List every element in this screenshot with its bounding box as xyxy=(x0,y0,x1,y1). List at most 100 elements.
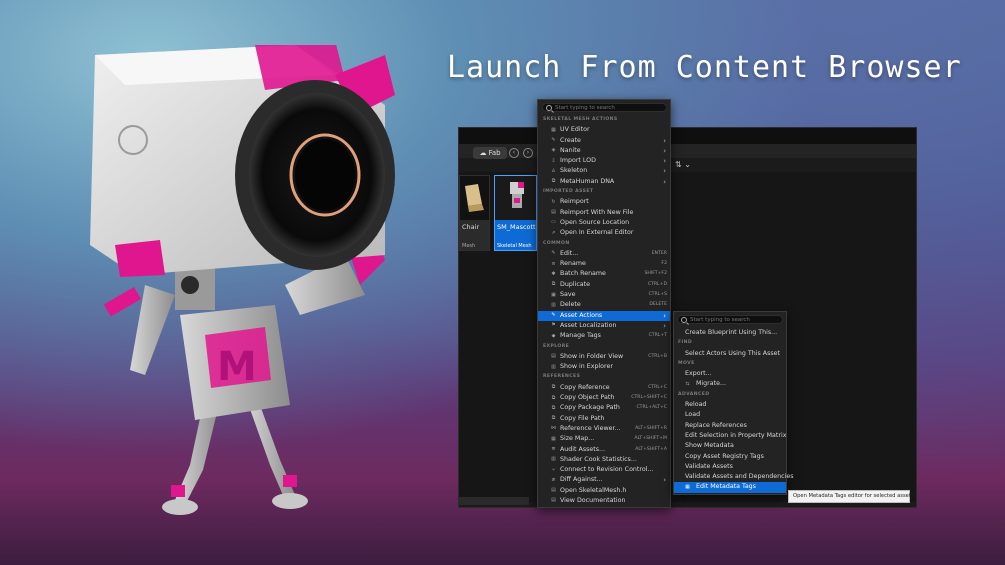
menu-item-validate-dependencies[interactable]: Validate Assets and Dependencies xyxy=(674,472,794,482)
rename-icon: ≡ xyxy=(551,260,556,267)
menu-item-create[interactable]: ✎ Create › xyxy=(538,136,670,146)
tag-icon: ◆ xyxy=(551,332,556,339)
menu-item-size-map[interactable]: ▦ Size Map... ALT+SHIFT+M xyxy=(538,434,670,444)
menu-item-label: Show Metadata xyxy=(685,442,734,450)
menu-item-edit[interactable]: ✎ Edit... ENTER xyxy=(538,249,670,259)
menu-item-label: Create Blueprint Using This... xyxy=(685,329,778,336)
chevron-right-icon: › xyxy=(663,476,666,485)
menu-item-save[interactable]: ▣ Save CTRL+S xyxy=(538,290,670,300)
history-forward-icon[interactable]: › xyxy=(523,148,533,158)
menu-item-show-metadata[interactable]: Show Metadata xyxy=(674,441,786,451)
menu-item-label: Shader Cook Statistics... xyxy=(560,455,637,463)
menu-item-open-source-location[interactable]: ▭ Open Source Location xyxy=(538,218,670,228)
dna-icon: ⧉ xyxy=(551,178,556,185)
menu-item-copy-package-path[interactable]: ⧉ Copy Package Path CTRL+ALT+C xyxy=(538,403,670,413)
menu-item-reference-viewer[interactable]: ⋈ Reference Viewer... ALT+SHIFT+R xyxy=(538,424,670,434)
section-imported-asset: IMPORTED ASSET xyxy=(543,189,594,195)
menu-item-audit-assets[interactable]: ≣ Audit Assets... ALT+SHIFT+A xyxy=(538,445,670,455)
menu-item-edit-metadata-tags[interactable]: ▦ Edit Metadata Tags xyxy=(674,482,786,493)
menu-item-batch-rename[interactable]: ✱ Batch Rename SHIFT+F2 xyxy=(538,269,670,279)
history-back-icon[interactable]: ‹ xyxy=(509,148,519,158)
menu-item-label: Load xyxy=(685,411,701,419)
shortcut-label: CTRL+D xyxy=(647,281,667,287)
external-editor-icon: ⇗ xyxy=(551,229,556,236)
menu-item-load[interactable]: Load xyxy=(674,410,786,420)
skeleton-icon: ♙ xyxy=(551,167,556,174)
menu-item-show-in-explorer[interactable]: ▥ Show in Explorer xyxy=(538,362,670,372)
menu-item-diff-against[interactable]: ≢ Diff Against... › xyxy=(538,475,670,485)
asset-tile-chair[interactable]: Chair Mesh xyxy=(459,175,490,251)
menu-item-replace-references[interactable]: Replace References xyxy=(674,421,786,431)
search-icon xyxy=(546,104,552,111)
menu-search-box[interactable] xyxy=(542,103,667,112)
menu-item-label: Open Source Location xyxy=(560,218,630,226)
menu-item-label: Audit Assets... xyxy=(560,445,606,453)
menu-item-label: Select Actors Using This Asset xyxy=(685,349,780,357)
menu-item-connect-revision-control[interactable]: ⑂ Connect to Revision Control... xyxy=(538,465,670,475)
asset-thumbnail xyxy=(460,176,489,220)
asset-tile-sm-mascott[interactable]: SM_Mascott Skeletal Mesh xyxy=(494,175,537,251)
menu-item-label: Reference Viewer... xyxy=(560,424,621,432)
batch-rename-icon: ✱ xyxy=(551,270,556,277)
copy-icon: ⧉ xyxy=(551,404,556,411)
shortcut-label: ALT+SHIFT+R xyxy=(635,425,667,431)
wrench-icon: ✎ xyxy=(551,312,556,319)
menu-item-asset-actions[interactable]: ✎ Asset Actions › xyxy=(538,310,670,321)
menu-item-label: Create xyxy=(560,136,581,144)
menu-item-delete[interactable]: ▥ Delete DELETE xyxy=(538,300,670,310)
menu-item-rename[interactable]: ≡ Rename F2 xyxy=(538,259,670,269)
menu-item-skeleton[interactable]: ♙ Skeleton › xyxy=(538,166,670,176)
fab-button[interactable]: ☁ Fab xyxy=(473,147,507,159)
menu-item-label: Copy Object Path xyxy=(560,394,615,402)
section-find: FIND xyxy=(678,340,693,346)
sort-icon[interactable]: ⇅ ⌄ xyxy=(675,160,691,169)
menu-item-reimport[interactable]: ↻ Reimport xyxy=(538,197,670,207)
status-bar xyxy=(459,497,529,505)
menu-item-copy-object-path[interactable]: ⧉ Copy Object Path CTRL+SHIFT+C xyxy=(538,393,670,403)
menu-item-label: Batch Rename xyxy=(560,270,606,278)
menu-item-reimport-new-file[interactable]: ▤ Reimport With New File xyxy=(538,208,670,218)
menu-item-open-header[interactable]: ▤ Open SkeletalMesh.h xyxy=(538,486,670,496)
menu-item-copy-registry-tags[interactable]: Copy Asset Registry Tags xyxy=(674,452,786,462)
chevron-right-icon: › xyxy=(663,136,666,145)
statistics-icon: ▥ xyxy=(551,456,556,463)
svg-text:M: M xyxy=(217,344,257,390)
menu-item-edit-property-matrix[interactable]: Edit Selection in Property Matrix xyxy=(674,431,786,441)
menu-item-view-documentation[interactable]: ▤ View Documentation xyxy=(538,496,670,506)
menu-item-copy-file-path[interactable]: ⧉ Copy File Path xyxy=(538,414,670,424)
menu-item-label: Reimport xyxy=(560,198,589,206)
menu-item-label: Open SkeletalMesh.h xyxy=(560,486,627,494)
menu-item-label: Connect to Revision Control... xyxy=(560,466,654,474)
menu-item-asset-localization[interactable]: ⚑ Asset Localization › xyxy=(538,321,670,331)
menu-item-duplicate[interactable]: ⧉ Duplicate CTRL+D xyxy=(538,280,670,290)
submenu-search-input[interactable] xyxy=(690,316,780,323)
copy-icon: ⧉ xyxy=(551,415,556,422)
submenu-search-box[interactable] xyxy=(677,315,783,324)
menu-item-create-blueprint[interactable]: Create Blueprint Using This... xyxy=(674,328,786,338)
edit-icon: ✎ xyxy=(551,250,556,257)
menu-item-export[interactable]: Export... xyxy=(674,369,786,379)
uv-editor-icon: ▦ xyxy=(551,126,556,133)
menu-item-shader-cook-statistics[interactable]: ▥ Shader Cook Statistics... xyxy=(538,455,670,465)
menu-item-migrate[interactable]: ⇆ Migrate... xyxy=(674,379,786,389)
menu-item-nanite[interactable]: ◈ Nanite › xyxy=(538,146,670,156)
menu-item-import-lod[interactable]: ⇩ Import LOD › xyxy=(538,156,670,166)
reimport-file-icon: ▤ xyxy=(551,209,556,216)
menu-item-validate-assets[interactable]: Validate Assets xyxy=(674,462,786,472)
menu-search-input[interactable] xyxy=(555,104,665,111)
menu-item-select-actors[interactable]: Select Actors Using This Asset xyxy=(674,349,786,359)
menu-item-label: Reload xyxy=(685,401,707,409)
menu-item-show-in-folder-view[interactable]: ▤ Show in Folder View CTRL+B xyxy=(538,352,670,362)
localization-icon: ⚑ xyxy=(551,322,556,329)
menu-item-open-external-editor[interactable]: ⇗ Open In External Editor xyxy=(538,228,670,238)
menu-item-uv-editor[interactable]: ▦ UV Editor xyxy=(538,125,670,135)
chevron-right-icon: › xyxy=(663,157,666,166)
menu-item-label: Manage Tags xyxy=(560,332,601,340)
menu-item-copy-reference[interactable]: ⧉ Copy Reference CTRL+C xyxy=(538,383,670,393)
menu-item-manage-tags[interactable]: ◆ Manage Tags CTRL+T xyxy=(538,331,670,341)
menu-item-metahuman-dna[interactable]: ⧉ MetaHuman DNA › xyxy=(538,177,670,187)
create-icon: ✎ xyxy=(551,137,556,144)
section-common: COMMON xyxy=(543,240,570,246)
menu-item-reload[interactable]: Reload xyxy=(674,400,786,410)
menu-item-label: Nanite xyxy=(560,146,581,154)
